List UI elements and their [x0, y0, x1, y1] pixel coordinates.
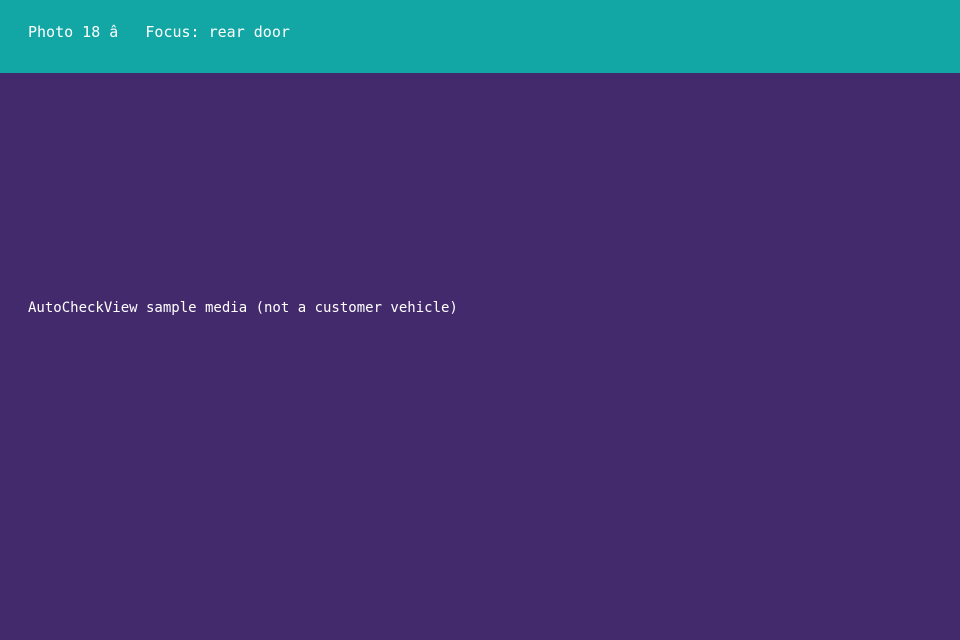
photo-title: Photo 18 â Focus: rear door [28, 23, 290, 41]
photo-media-area [0, 73, 960, 640]
photo-header-bar: Photo 18 â Focus: rear door [0, 0, 960, 73]
sample-media-caption: AutoCheckView sample media (not a custom… [28, 300, 458, 316]
